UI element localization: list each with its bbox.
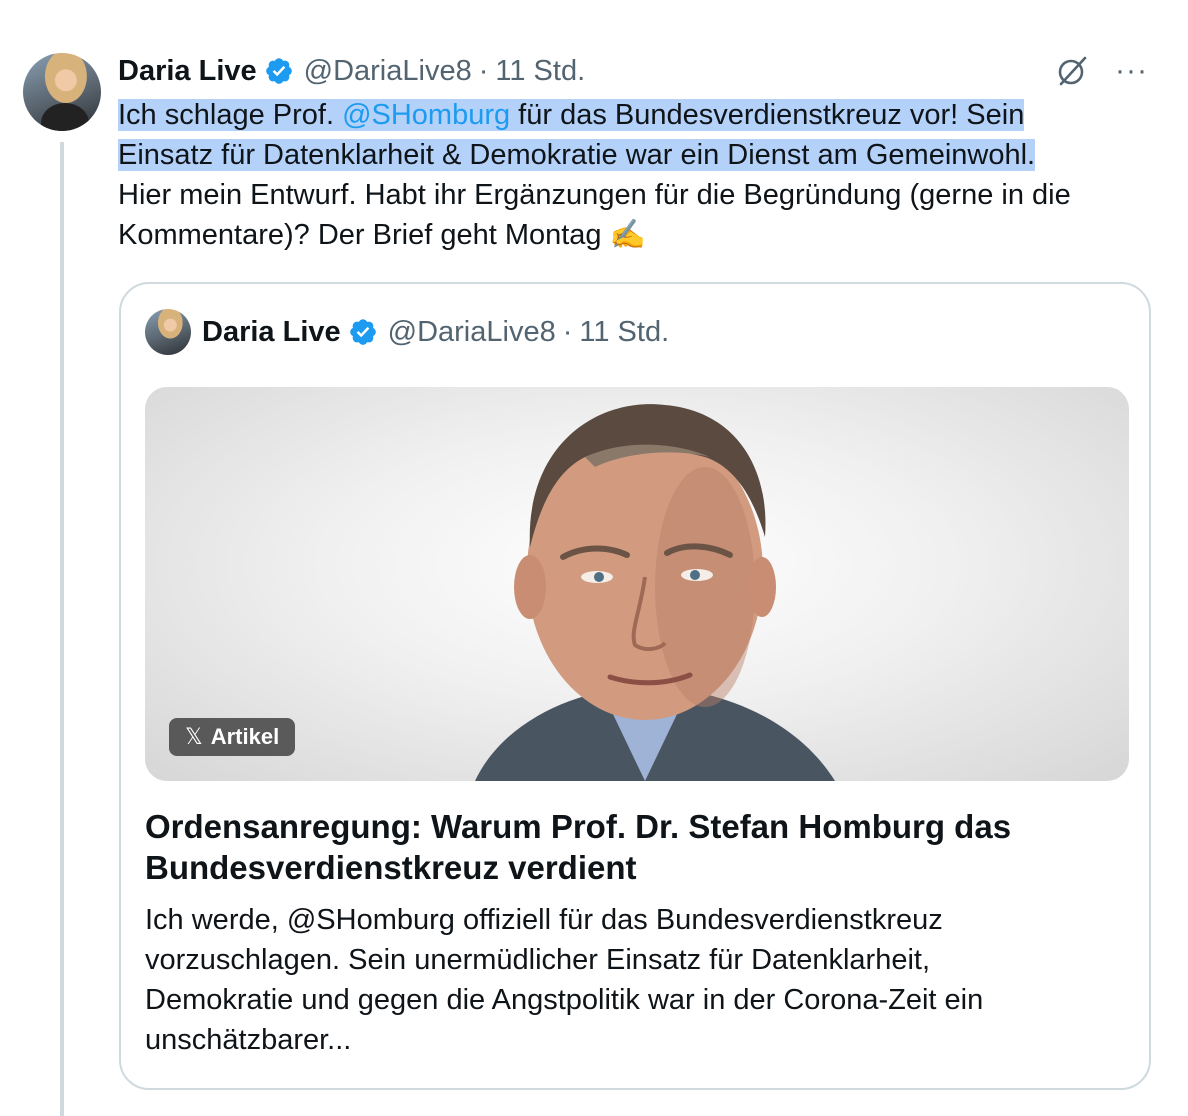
article-description: Ich werde, @SHomburg offiziell für das B… [145, 904, 984, 1056]
more-icon[interactable]: ··· [1115, 56, 1148, 86]
mention-link[interactable]: @SHomburg [342, 99, 510, 131]
tweet-text-line2: Einsatz für Datenklarheit & Demokratie w… [118, 139, 1036, 171]
writing-hand-icon: ✍️ [609, 219, 646, 251]
tweet-text-line3: Hier mein Entwurf. Habt ihr Ergänzungen … [118, 179, 1071, 211]
thread-line [60, 142, 64, 1116]
article-cover-image[interactable]: 𝕏 Artikel [145, 387, 1129, 781]
verified-badge-icon [265, 58, 292, 84]
article-title[interactable]: Ordensanregung: Warum Prof. Dr. Stefan H… [145, 806, 1105, 888]
portrait-photo [475, 404, 835, 781]
quoted-tweet-header: Daria Live @DariaLive8 · 11 Std. [145, 308, 669, 356]
timestamp[interactable]: 11 Std. [495, 55, 585, 88]
quoted-author-name[interactable]: Daria Live [202, 316, 341, 349]
verified-badge-icon [349, 319, 376, 345]
tweet-text: Ich schlage Prof. @SHomburg für das Bund… [118, 95, 1158, 255]
quoted-author-avatar[interactable] [145, 309, 191, 355]
quoted-tweet-card[interactable]: Daria Live @DariaLive8 · 11 Std. 𝕏 Artik… [119, 282, 1151, 1090]
tweet-actions-top: ··· [1055, 54, 1148, 88]
author-avatar[interactable] [23, 53, 101, 131]
avatar-figure [41, 103, 89, 131]
separator: · [478, 54, 489, 87]
tweet-header: Daria Live @DariaLive8 · 11 Std. [118, 52, 585, 90]
grok-icon[interactable] [1055, 54, 1089, 88]
tweet-page: Daria Live @DariaLive8 · 11 Std. ··· Ich… [0, 0, 1188, 1116]
author-handle[interactable]: @DariaLive8 [304, 55, 472, 88]
tweet-text-line1: Ich schlage Prof. @SHomburg für das Bund… [118, 99, 1025, 131]
tweet-text-line4: Kommentare)? Der Brief geht Montag [118, 219, 610, 251]
quoted-author-handle[interactable]: @DariaLive8 [388, 316, 556, 349]
author-name[interactable]: Daria Live [118, 55, 257, 88]
article-badge: 𝕏 Artikel [169, 718, 296, 756]
x-logo-icon: 𝕏 [185, 724, 203, 749]
article-badge-label: Artikel [210, 724, 280, 749]
quoted-timestamp[interactable]: 11 Std. [579, 316, 669, 349]
separator: · [562, 315, 573, 348]
tweet-text-segment: Ich schlage Prof. [118, 99, 343, 131]
tweet-text-segment: für das Bundesverdienstkreuz vor! Sein [510, 99, 1025, 131]
